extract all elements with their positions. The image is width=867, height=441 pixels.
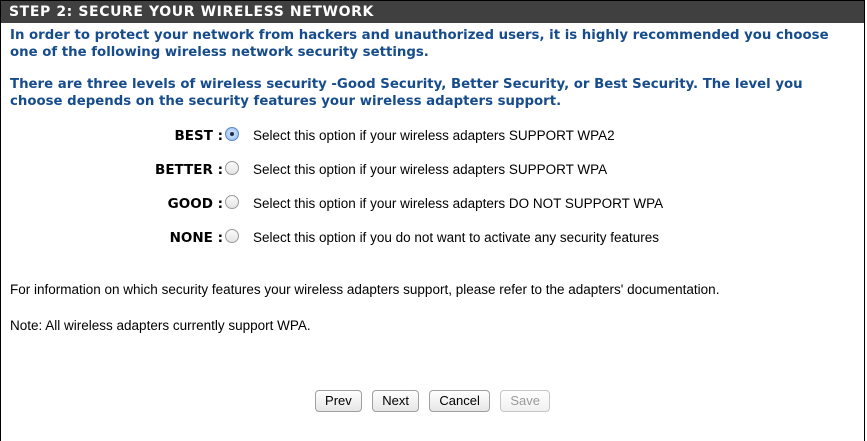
save-button[interactable]: Save bbox=[500, 390, 550, 412]
option-best-description: Select this option if your wireless adap… bbox=[253, 128, 615, 143]
option-better-radio[interactable] bbox=[225, 161, 239, 175]
option-none-description: Select this option if you do not want to… bbox=[253, 230, 659, 245]
intro-paragraph-2: There are three levels of wireless secur… bbox=[10, 77, 803, 109]
option-good-radio[interactable] bbox=[225, 195, 239, 209]
option-none-radio[interactable] bbox=[225, 229, 239, 243]
security-options: BEST : Select this option if your wirele… bbox=[1, 126, 864, 262]
note-text: Note: All wireless adapters currently su… bbox=[10, 318, 311, 333]
cancel-button[interactable]: Cancel bbox=[429, 390, 490, 412]
next-button[interactable]: Next bbox=[372, 390, 419, 412]
option-best-radio[interactable] bbox=[225, 127, 239, 141]
intro-text: In order to protect your network from ha… bbox=[10, 27, 856, 110]
option-better-label: BETTER : bbox=[155, 162, 223, 178]
option-none-label: NONE : bbox=[169, 230, 223, 246]
option-best-label: BEST : bbox=[174, 128, 223, 144]
step-title: STEP 2: SECURE YOUR WIRELESS NETWORK bbox=[1, 0, 864, 23]
info-text: For information on which security featur… bbox=[10, 282, 720, 297]
button-bar: Prev Next Cancel Save bbox=[1, 390, 864, 412]
wizard-panel: STEP 2: SECURE YOUR WIRELESS NETWORK In … bbox=[0, 0, 865, 441]
option-best: BEST : Select this option if your wirele… bbox=[1, 126, 864, 160]
intro-paragraph-1: In order to protect your network from ha… bbox=[10, 28, 829, 60]
option-good: GOOD : Select this option if your wirele… bbox=[1, 194, 864, 228]
prev-button[interactable]: Prev bbox=[315, 390, 362, 412]
option-better: BETTER : Select this option if your wire… bbox=[1, 160, 864, 194]
option-good-description: Select this option if your wireless adap… bbox=[253, 196, 664, 211]
option-better-description: Select this option if your wireless adap… bbox=[253, 162, 608, 177]
option-good-label: GOOD : bbox=[167, 196, 223, 212]
option-none: NONE : Select this option if you do not … bbox=[1, 228, 864, 262]
